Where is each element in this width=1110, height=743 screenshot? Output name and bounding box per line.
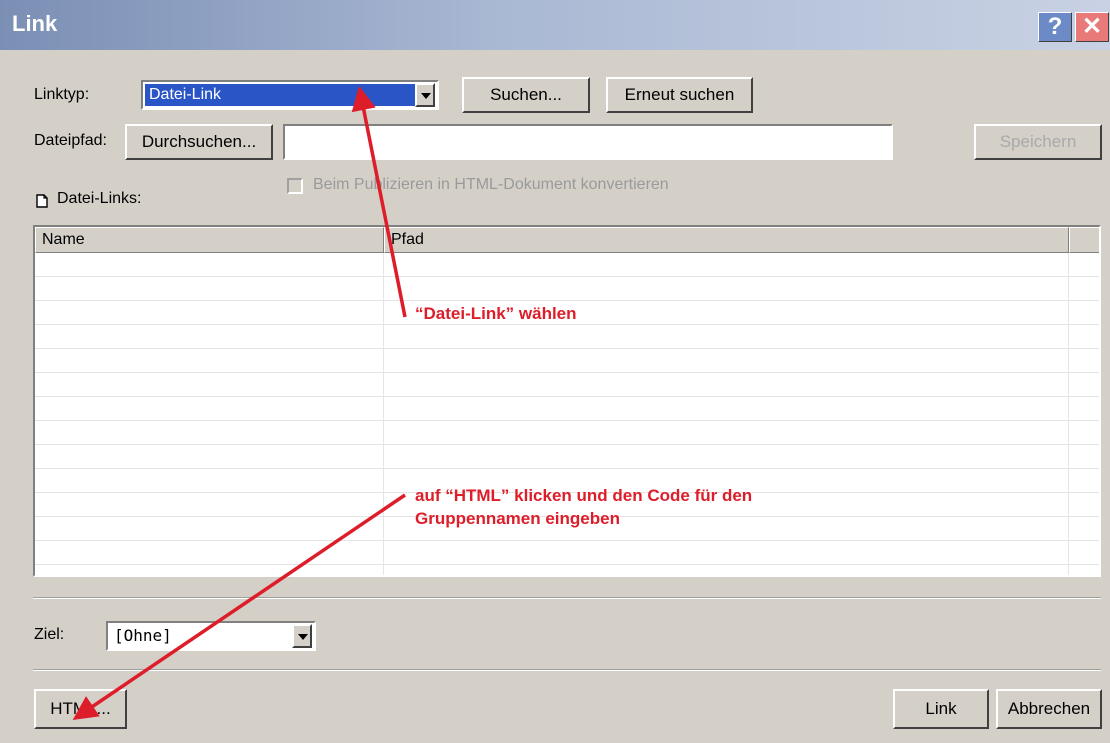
link-dialog: Link ? ✕ Linktyp: Datei-Link Suchen... E…	[0, 0, 1110, 743]
arrow-to-linktyp	[351, 85, 407, 318]
annotation-arrows	[72, 85, 407, 720]
arrow-to-html-button	[72, 493, 406, 720]
